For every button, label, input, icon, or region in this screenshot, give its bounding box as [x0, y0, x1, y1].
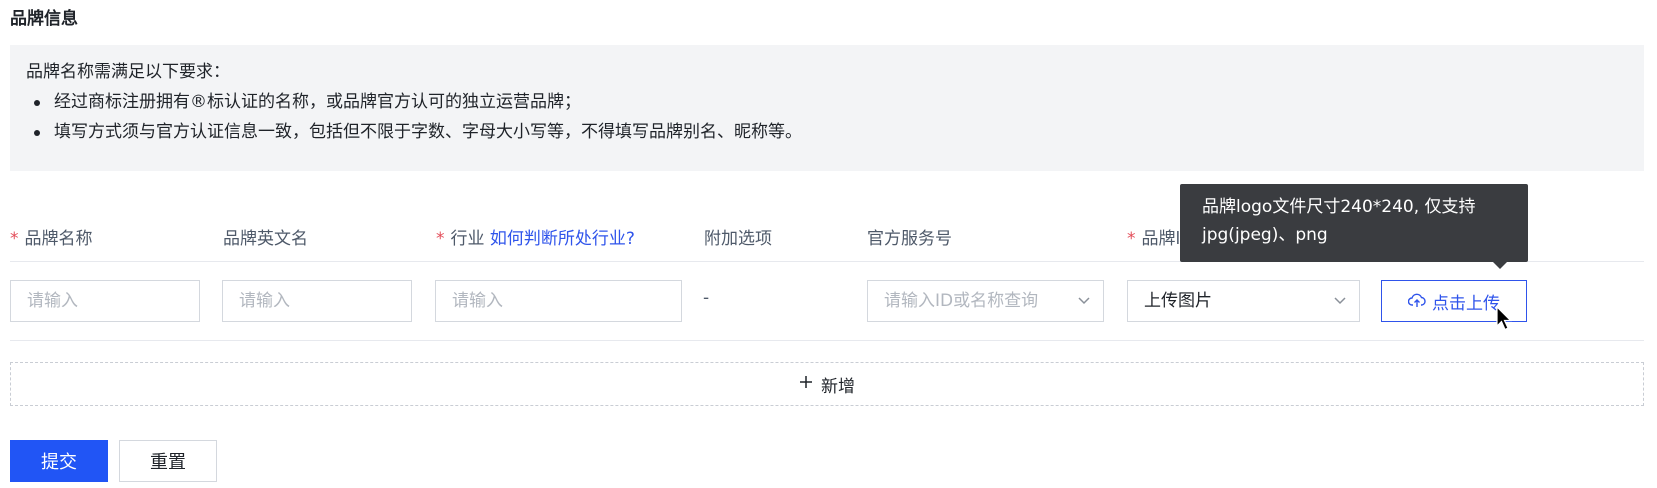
column-header-brand-name: * 品牌名称 [10, 229, 93, 249]
requirements-list: 经过商标注册拥有®标认证的名称，或品牌官方认可的独立运营品牌； 填写方式须与官方… [26, 87, 1628, 147]
required-mark: * [1127, 229, 1136, 249]
add-row-button[interactable]: 新增 [10, 362, 1644, 406]
reset-button[interactable]: 重置 [119, 440, 217, 482]
section-title: 品牌信息 [10, 9, 78, 29]
brand-en-name-input[interactable]: 请输入 [222, 280, 412, 322]
industry-input[interactable]: 请输入 [435, 280, 682, 322]
mouse-cursor-icon [1496, 305, 1514, 336]
column-header-industry: * 行业 如何判断所处行业? [436, 229, 635, 249]
chevron-down-icon [1333, 293, 1347, 307]
required-mark: * [10, 229, 19, 249]
column-header-extra-options: 附加选项 [704, 229, 772, 249]
official-account-placeholder: 请输入ID或名称查询 [884, 291, 1039, 311]
add-row-label: 新增 [821, 376, 855, 397]
extra-options-value: - [703, 288, 710, 308]
official-account-select[interactable]: 请输入ID或名称查询 [867, 280, 1104, 322]
industry-help-link[interactable]: 如何判断所处行业? [490, 229, 635, 249]
required-mark: * [436, 229, 445, 249]
chevron-down-icon [1077, 293, 1091, 307]
requirements-intro: 品牌名称需满足以下要求： [26, 62, 230, 82]
row-divider [10, 340, 1644, 341]
column-header-brand-en-name: 品牌英文名 [223, 229, 308, 249]
tooltip-arrow [1493, 262, 1507, 269]
logo-type-value: 上传图片 [1144, 291, 1212, 311]
plus-icon [799, 374, 813, 394]
brand-name-input[interactable]: 请输入 [10, 280, 200, 322]
requirement-item: 经过商标注册拥有®标认证的名称，或品牌官方认可的独立运营品牌； [26, 87, 1628, 117]
logo-size-tooltip: 品牌logo文件尺寸240*240, 仅支持jpg(jpeg)、png [1180, 184, 1528, 262]
column-header-official-account: 官方服务号 [867, 229, 952, 249]
brand-name-requirements: 品牌名称需满足以下要求： 经过商标注册拥有®标认证的名称，或品牌官方认可的独立运… [10, 45, 1644, 171]
requirement-item: 填写方式须与官方认证信息一致，包括但不限于字数、字母大小写等，不得填写品牌别名、… [26, 117, 1628, 147]
upload-button-label: 点击上传 [1432, 293, 1500, 314]
cloud-upload-icon [1408, 293, 1426, 309]
submit-button[interactable]: 提交 [10, 440, 108, 482]
logo-type-select[interactable]: 上传图片 [1127, 280, 1360, 322]
